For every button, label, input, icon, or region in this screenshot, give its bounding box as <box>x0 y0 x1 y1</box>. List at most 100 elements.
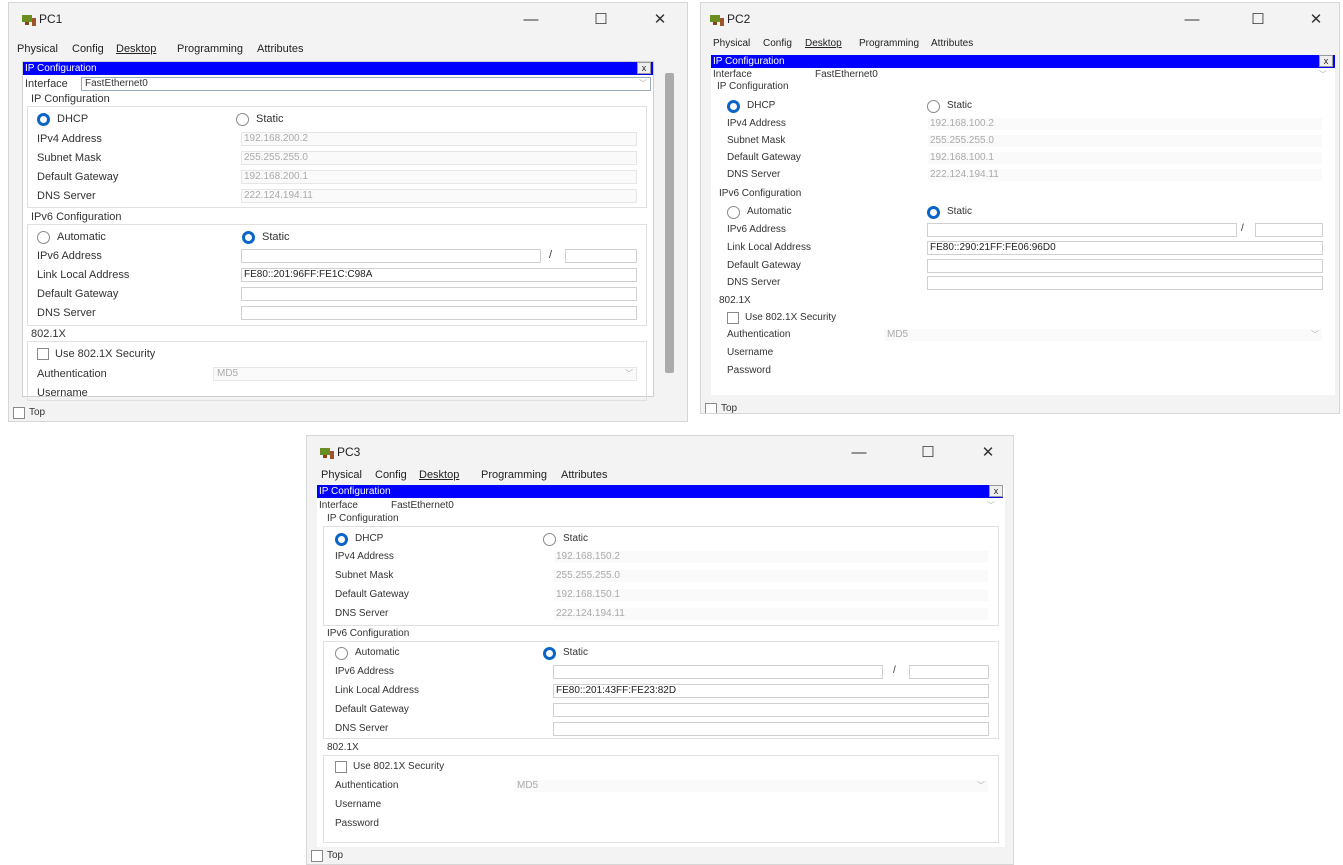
static-radio[interactable] <box>927 100 940 113</box>
subnet-mask-field[interactable]: 255.255.255.0 <box>553 569 989 583</box>
tab-config[interactable]: Config <box>72 43 104 55</box>
dns-server-field[interactable]: 222.124.194.11 <box>927 168 1323 182</box>
authentication-value: MD5 <box>217 368 239 379</box>
panel-close-button[interactable]: x <box>637 62 651 74</box>
ipv6-default-gateway-field[interactable] <box>553 703 989 717</box>
prefix-slash: / <box>893 665 896 676</box>
ipv6-static-radio[interactable] <box>242 231 255 244</box>
top-label: Top <box>29 407 46 418</box>
ipv6-prefix-field[interactable] <box>1255 223 1323 237</box>
panel-close-button[interactable]: x <box>1319 55 1333 67</box>
tab-programming[interactable]: Programming <box>177 43 243 55</box>
ipv6-address-field[interactable] <box>241 249 541 263</box>
tab-desktop[interactable]: Desktop <box>805 38 842 49</box>
top-checkbox[interactable] <box>13 407 25 419</box>
tab-physical[interactable]: Physical <box>713 38 750 49</box>
authentication-dropdown[interactable]: MD5 ﹀ <box>883 328 1323 342</box>
dns-server-field[interactable]: 222.124.194.11 <box>241 189 637 203</box>
interface-label: Interface <box>319 500 358 511</box>
minimize-button[interactable]: — <box>1175 8 1209 32</box>
close-button[interactable]: ✕ <box>1299 8 1333 32</box>
chevron-down-icon: ﹀ <box>1319 70 1327 79</box>
ipv6-address-field[interactable] <box>553 665 883 679</box>
dhcp-radio[interactable] <box>727 100 740 113</box>
tab-attributes[interactable]: Attributes <box>257 43 303 55</box>
ipv6-default-gateway-field[interactable] <box>927 259 1323 273</box>
top-checkbox[interactable] <box>705 403 717 413</box>
authentication-dropdown[interactable]: MD5 ﹀ <box>213 367 637 381</box>
link-local-address-field[interactable]: FE80::290:21FF:FE06:96D0 <box>927 241 1323 255</box>
static-radio[interactable] <box>236 113 249 126</box>
top-checkbox[interactable] <box>311 850 323 862</box>
use-dot1x-checkbox[interactable] <box>727 312 739 324</box>
automatic-label: Automatic <box>747 206 792 217</box>
subnet-mask-field[interactable]: 255.255.255.0 <box>927 134 1323 148</box>
ipv6-static-radio[interactable] <box>543 647 556 660</box>
interface-value: FastEthernet0 <box>85 78 148 89</box>
maximize-button[interactable]: ☐ <box>1241 8 1275 32</box>
close-button[interactable]: ✕ <box>643 8 677 32</box>
tab-programming[interactable]: Programming <box>481 469 547 481</box>
tab-attributes[interactable]: Attributes <box>561 469 607 481</box>
use-dot1x-checkbox[interactable] <box>37 348 49 360</box>
automatic-radio[interactable] <box>727 206 740 219</box>
panel-close-button[interactable]: x <box>989 485 1003 497</box>
tab-physical[interactable]: Physical <box>17 43 58 55</box>
automatic-radio[interactable] <box>335 647 348 660</box>
ipv6-configuration-label: IPv6 Configuration <box>327 628 410 639</box>
ipv6-prefix-field[interactable] <box>909 665 989 679</box>
tab-desktop[interactable]: Desktop <box>116 43 156 55</box>
tab-config[interactable]: Config <box>375 469 407 481</box>
ipv6-default-gateway-field[interactable] <box>241 287 637 301</box>
interface-value: FastEthernet0 <box>391 500 454 511</box>
dns-server-field[interactable]: 222.124.194.11 <box>553 607 989 621</box>
interface-dropdown[interactable]: FastEthernet0 ﹀ <box>811 68 1331 82</box>
dhcp-radio[interactable] <box>335 533 348 546</box>
maximize-button[interactable]: ☐ <box>584 8 618 32</box>
link-local-address-field[interactable]: FE80::201:43FF:FE23:82D <box>553 684 989 698</box>
ip-configuration-label: IP Configuration <box>31 93 110 105</box>
minimize-button[interactable]: — <box>842 441 876 465</box>
ipv4-address-field[interactable]: 192.168.200.2 <box>241 132 637 146</box>
ipv6-static-radio[interactable] <box>927 206 940 219</box>
tab-desktop[interactable]: Desktop <box>419 469 459 481</box>
subnet-mask-field[interactable]: 255.255.255.0 <box>241 151 637 165</box>
tab-physical[interactable]: Physical <box>321 469 362 481</box>
automatic-radio[interactable] <box>37 231 50 244</box>
ipv6-dns-server-field[interactable] <box>553 722 989 736</box>
interface-dropdown[interactable]: FastEthernet0 ﹀ <box>81 77 651 91</box>
ipv6-static-label: Static <box>262 231 290 243</box>
ipv6-dns-server-field[interactable] <box>927 276 1323 290</box>
authentication-label: Authentication <box>37 368 107 380</box>
dns-server-label: DNS Server <box>727 169 781 180</box>
automatic-label: Automatic <box>355 647 400 658</box>
username-label: Username <box>727 347 774 358</box>
link-local-address-field[interactable]: FE80::201:96FF:FE1C:C98A <box>241 268 637 282</box>
vertical-scrollbar[interactable] <box>665 73 674 373</box>
ipv6-dns-server-field[interactable] <box>241 306 637 320</box>
default-gateway-label: Default Gateway <box>727 152 801 163</box>
maximize-button[interactable]: ☐ <box>911 441 945 465</box>
close-button[interactable]: ✕ <box>971 441 1005 465</box>
top-label: Top <box>721 403 738 414</box>
tab-programming[interactable]: Programming <box>859 38 919 49</box>
static-radio[interactable] <box>543 533 556 546</box>
ipv4-address-field[interactable]: 192.168.150.2 <box>553 550 989 564</box>
minimize-button[interactable]: — <box>514 8 548 32</box>
interface-dropdown[interactable]: FastEthernet0 ﹀ <box>387 499 999 513</box>
use-dot1x-checkbox[interactable] <box>335 761 347 773</box>
ipv6-static-label: Static <box>947 206 973 217</box>
tab-attributes[interactable]: Attributes <box>931 38 973 49</box>
default-gateway-field[interactable]: 192.168.200.1 <box>241 170 637 184</box>
authentication-value: MD5 <box>887 329 909 340</box>
authentication-dropdown[interactable]: MD5 ﹀ <box>513 779 989 793</box>
ipv4-address-field[interactable]: 192.168.100.2 <box>927 117 1323 131</box>
default-gateway-field[interactable]: 192.168.150.1 <box>553 588 989 602</box>
dhcp-radio[interactable] <box>37 113 50 126</box>
authentication-label: Authentication <box>335 780 399 791</box>
ipv6-prefix-field[interactable] <box>565 249 637 263</box>
default-gateway-field[interactable]: 192.168.100.1 <box>927 151 1323 165</box>
ipv6-address-field[interactable] <box>927 223 1237 237</box>
tab-config[interactable]: Config <box>763 38 792 49</box>
ipv4-address-label: IPv4 Address <box>335 551 394 562</box>
